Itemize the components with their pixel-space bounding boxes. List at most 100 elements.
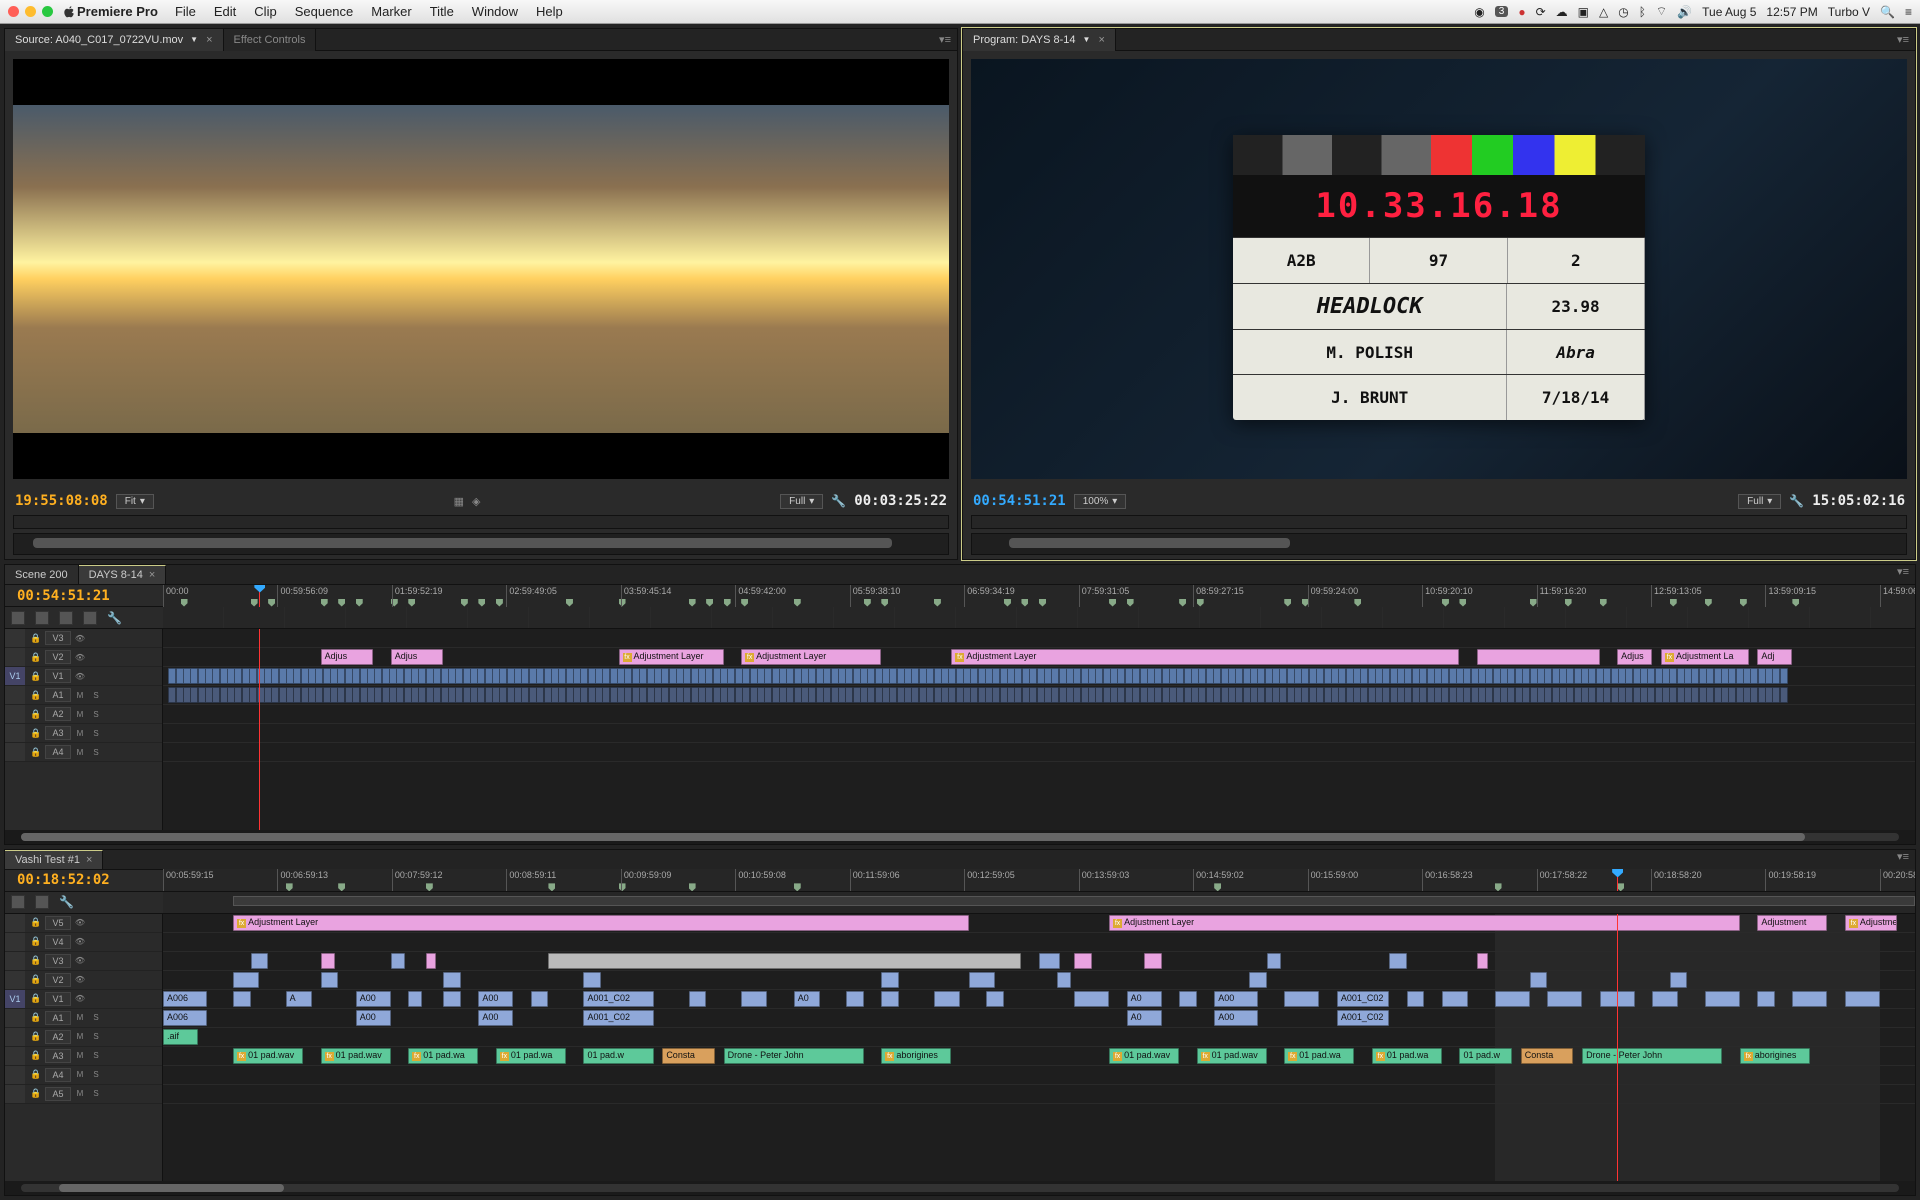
lock-icon[interactable]: 🔒 [29,690,43,701]
timeline-clip[interactable]: Adjus [1617,649,1652,665]
timeline-track[interactable]: .aif [163,1028,1915,1047]
close-icon[interactable]: × [149,569,155,581]
timeline-track[interactable] [163,1066,1915,1085]
timeline-tab-scene200[interactable]: Scene 200 [5,565,79,584]
sequence-marker[interactable] [356,599,363,607]
snap-tool-icon[interactable] [35,611,49,625]
program-scrollbar[interactable] [971,533,1907,555]
chevron-down-icon[interactable]: ▼ [190,35,198,44]
timeline-playhead-timecode[interactable]: 00:54:51:21 [5,588,163,604]
timeline-clip[interactable] [881,991,899,1007]
close-window-icon[interactable] [8,6,19,17]
solo-icon[interactable]: S [89,748,103,757]
timeline-clip[interactable] [249,668,257,684]
timeline-tab-vashi[interactable]: Vashi Test #1× [5,850,103,869]
menubar-user[interactable]: Turbo V [1828,5,1870,19]
timeline-clip[interactable]: 01 pad.w [1459,1048,1512,1064]
timeline-track[interactable] [163,686,1915,705]
timeline-clip[interactable] [251,953,269,969]
lock-icon[interactable]: 🔒 [29,1031,43,1042]
lock-icon[interactable]: 🔒 [29,993,43,1004]
timeline-clip[interactable]: Adj [1757,649,1792,665]
sequence-marker[interactable] [338,883,345,891]
lock-icon[interactable]: 🔒 [29,652,43,663]
playhead-icon[interactable] [1612,869,1623,877]
wrench-icon[interactable]: 🔧 [107,611,122,625]
nest-tool-icon[interactable] [11,895,25,909]
sequence-marker[interactable] [461,599,468,607]
lock-icon[interactable]: 🔒 [29,974,43,985]
sequence-marker[interactable] [1705,599,1712,607]
timeline-clip[interactable] [1074,953,1092,969]
marker-tool-icon[interactable] [83,611,97,625]
timeline-clip[interactable]: A00 [356,1010,391,1026]
timeline-clip[interactable]: 01 pad.w [583,1048,653,1064]
source-scrollbar[interactable] [13,533,949,555]
track-name[interactable]: V2 [45,973,71,987]
timeline-clip[interactable] [443,972,461,988]
tracks-area[interactable]: fxAdjustment LayerfxAdjustment LayerAdju… [163,914,1915,1181]
timeline-clip[interactable] [1705,991,1740,1007]
source-video-viewport[interactable] [13,59,949,479]
timeline-ruler[interactable]: 00:05:59:1500:06:59:1300:07:59:1200:08:5… [163,869,1915,891]
timeline-clip[interactable] [536,668,544,684]
timeline-clip[interactable] [639,687,647,703]
timeline-clip[interactable]: .aif [163,1029,198,1045]
mute-icon[interactable]: M [73,691,87,700]
drive-icon[interactable]: △ [1599,5,1608,19]
timeline-clip[interactable] [583,972,601,988]
track-name[interactable]: A5 [45,1087,71,1101]
close-icon[interactable]: × [206,34,212,46]
timeline-clip[interactable] [1213,687,1221,703]
program-duration-timecode[interactable]: 15:05:02:16 [1812,493,1905,509]
timeline-clip[interactable] [986,991,1004,1007]
sequence-marker[interactable] [478,599,485,607]
wrench-icon[interactable]: 🔧 [1789,494,1804,508]
notification-center-icon[interactable]: ≡ [1905,5,1912,19]
source-patch[interactable] [5,743,25,761]
solo-icon[interactable]: S [89,1032,103,1041]
program-tab[interactable]: Program: DAYS 8-14▼× [963,29,1116,51]
sequence-marker[interactable] [268,599,275,607]
solo-icon[interactable]: S [89,1013,103,1022]
toggle-output-icon[interactable]: 👁 [73,672,87,681]
timeline-track[interactable] [163,724,1915,743]
source-patch[interactable] [5,705,25,723]
lock-icon[interactable]: 🔒 [29,747,43,758]
effect-controls-tab[interactable]: Effect Controls [224,29,317,51]
clock-icon[interactable]: ◷ [1618,5,1628,19]
timeline-track[interactable] [163,629,1915,648]
track-name[interactable]: A4 [45,745,71,759]
sequence-marker[interactable] [1530,599,1537,607]
close-icon[interactable]: × [1098,34,1104,46]
timeline-clip[interactable] [1029,668,1037,684]
timeline-clip[interactable] [689,991,707,1007]
timeline-clip[interactable] [1652,991,1678,1007]
sequence-marker[interactable] [689,883,696,891]
menu-help[interactable]: Help [527,4,572,19]
solo-icon[interactable]: S [89,1089,103,1098]
track-name[interactable]: V1 [45,992,71,1006]
source-patch[interactable] [5,952,25,970]
timeline-clip[interactable] [548,953,1021,969]
source-patch[interactable] [5,1085,25,1103]
menu-edit[interactable]: Edit [205,4,245,19]
source-patch[interactable] [5,933,25,951]
sequence-marker[interactable] [1021,599,1028,607]
timeline-track[interactable] [163,667,1915,686]
wrench-icon[interactable]: 🔧 [59,895,74,909]
panel-menu-icon[interactable]: ▾≡ [1891,33,1915,46]
source-duration-timecode[interactable]: 00:03:25:22 [854,493,947,509]
timeline-clip[interactable] [926,668,934,684]
timeline-track[interactable] [163,952,1915,971]
timeline-clip[interactable] [1780,687,1788,703]
timeline-clip[interactable]: fxAdjustment Layer [951,649,1459,665]
timeline-track[interactable]: fxAdjustment LayerfxAdjustment LayerAdju… [163,914,1915,933]
sequence-marker[interactable] [724,599,731,607]
mute-icon[interactable]: M [73,1070,87,1079]
solo-icon[interactable]: S [89,691,103,700]
timeline-clip[interactable] [391,953,405,969]
wrench-icon[interactable]: 🔧 [831,494,846,508]
toggle-output-icon[interactable]: 👁 [73,653,87,662]
timeline-clip[interactable] [969,972,995,988]
